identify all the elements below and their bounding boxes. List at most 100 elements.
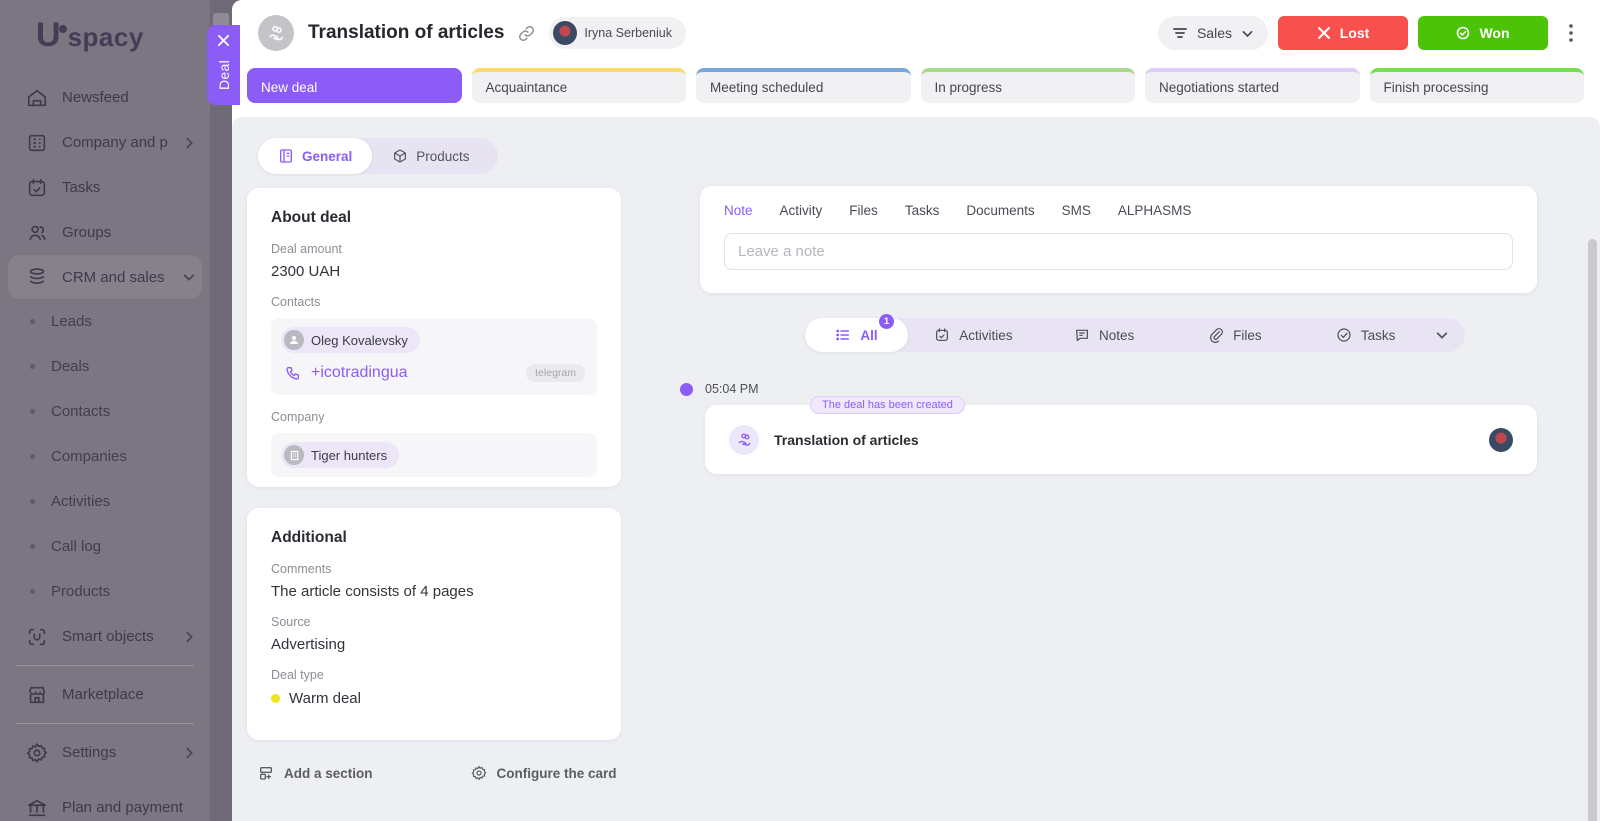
logo-text: spacy bbox=[67, 22, 144, 52]
dimmed-background bbox=[210, 0, 232, 821]
stage-new-deal[interactable]: New deal bbox=[247, 68, 462, 103]
vertical-scrollbar[interactable] bbox=[1588, 239, 1597, 821]
company-chip[interactable]: Tiger hunters bbox=[281, 442, 400, 468]
bullet-icon bbox=[30, 589, 35, 594]
sidebar-subitem-leads[interactable]: Leads bbox=[0, 299, 210, 344]
stage-in-progress[interactable]: In progress bbox=[920, 68, 1135, 103]
stage-acquaintance[interactable]: Acquaintance bbox=[471, 68, 686, 103]
filter-label: All bbox=[860, 327, 878, 343]
composer-tab-files[interactable]: Files bbox=[849, 203, 878, 218]
sidebar-item-settings[interactable]: Settings bbox=[0, 730, 210, 775]
filter-label: Files bbox=[1233, 327, 1262, 343]
stage-label: Meeting scheduled bbox=[710, 80, 824, 95]
comments-value[interactable]: The article consists of 4 pages bbox=[271, 583, 597, 600]
chevron-down-icon bbox=[183, 274, 195, 281]
tab-general[interactable]: General bbox=[258, 138, 373, 174]
composer-tab-documents[interactable]: Documents bbox=[966, 203, 1034, 218]
deal-amount-value[interactable]: 2300 UAH bbox=[271, 263, 597, 280]
field-label: Deal amount bbox=[271, 242, 342, 256]
chevron-down-icon[interactable] bbox=[1435, 328, 1449, 342]
uspacy-logo[interactable]: U spacy bbox=[0, 0, 210, 55]
deal-slideover-tab[interactable]: Deal bbox=[207, 25, 240, 105]
sidebar-subitem-companies[interactable]: Companies bbox=[0, 434, 210, 479]
note-input[interactable] bbox=[724, 233, 1513, 270]
sidebar-item-groups[interactable]: Groups bbox=[0, 210, 210, 255]
tab-label: General bbox=[302, 148, 353, 164]
composer-tabs: Note Activity Files Tasks Documents SMS … bbox=[724, 203, 1513, 218]
add-section-button[interactable]: Add a section bbox=[258, 765, 373, 781]
filter-all[interactable]: All 1 bbox=[805, 314, 908, 352]
plan-payment-icon bbox=[27, 799, 47, 816]
composer-tab-sms[interactable]: SMS bbox=[1062, 203, 1091, 218]
sidebar-subitem-deals[interactable]: Deals bbox=[0, 344, 210, 389]
list-icon bbox=[836, 329, 850, 341]
sidebar-item-company-and-people[interactable]: Company and pe... bbox=[0, 120, 210, 165]
tab-products[interactable]: Products bbox=[372, 138, 489, 174]
composer-tab-activity[interactable]: Activity bbox=[780, 203, 823, 218]
filter-count-badge: 1 bbox=[879, 314, 894, 329]
phone-link[interactable]: +icotradingua bbox=[311, 364, 408, 382]
filter-activities[interactable]: Activities bbox=[908, 318, 1039, 352]
stage-finish-processing[interactable]: Finish processing bbox=[1369, 68, 1584, 103]
phone-type-tag: telegram bbox=[526, 364, 585, 382]
feed-filter-bar: All 1 Activities Notes Files Tasks bbox=[805, 314, 1465, 352]
filter-notes[interactable]: Notes bbox=[1039, 318, 1170, 352]
filter-files[interactable]: Files bbox=[1170, 318, 1301, 352]
sidebar-item-plan-and-payment[interactable]: Plan and payment bbox=[0, 785, 210, 821]
stage-meeting-scheduled[interactable]: Meeting scheduled bbox=[696, 68, 911, 103]
card-heading: About deal bbox=[271, 209, 352, 226]
link-icon[interactable] bbox=[518, 25, 535, 42]
divider bbox=[16, 723, 194, 724]
bullet-icon bbox=[30, 409, 35, 414]
subitem-label: Companies bbox=[51, 448, 127, 465]
sidebar-item-crm-and-sales[interactable]: CRM and sales bbox=[8, 255, 202, 299]
source-value[interactable]: Advertising bbox=[271, 636, 597, 653]
sidebar-item-tasks[interactable]: Tasks bbox=[0, 165, 210, 210]
contact-chip[interactable]: Oleg Kovalevsky bbox=[281, 327, 420, 353]
lost-button[interactable]: Lost bbox=[1278, 16, 1408, 50]
sidebar-subitem-call-log[interactable]: Call log bbox=[0, 524, 210, 569]
add-section-icon bbox=[260, 767, 272, 780]
subitem-label: Deals bbox=[51, 358, 90, 375]
won-button[interactable]: Won bbox=[1418, 16, 1548, 50]
sidebar-item-label: CRM and sales bbox=[62, 268, 165, 286]
timeline-event-card[interactable]: The deal has been created Translation of… bbox=[705, 396, 1537, 474]
stage-label: In progress bbox=[934, 80, 1003, 95]
stage-label: New deal bbox=[261, 80, 318, 95]
note-icon bbox=[1076, 329, 1088, 341]
owner-name: Iryna Serbeniuk bbox=[584, 26, 672, 40]
bullet-icon bbox=[30, 364, 35, 369]
gear-icon bbox=[470, 765, 487, 781]
deal-event-icon bbox=[729, 424, 759, 455]
sidebar-item-marketplace[interactable]: Marketplace bbox=[0, 672, 210, 717]
tasks-icon bbox=[28, 178, 46, 196]
deal-type-value[interactable]: Warm deal bbox=[289, 690, 361, 707]
person-avatar-icon bbox=[284, 330, 304, 350]
funnel-select[interactable]: Sales bbox=[1157, 16, 1268, 50]
sidebar-item-label: Tasks bbox=[62, 179, 101, 196]
event-owner-avatar bbox=[1489, 427, 1513, 452]
chevron-right-icon bbox=[186, 747, 193, 758]
composer-tab-alphasms[interactable]: ALPHASMS bbox=[1118, 203, 1192, 218]
sidebar-nav: Newsfeed Company and pe... Tasks Groups … bbox=[0, 75, 210, 821]
lost-label: Lost bbox=[1339, 25, 1370, 41]
sidebar-subitem-contacts[interactable]: Contacts bbox=[0, 389, 210, 434]
sidebar-subitem-products[interactable]: Products bbox=[0, 569, 210, 614]
filter-label: Tasks bbox=[1360, 327, 1396, 343]
filter-tasks[interactable]: Tasks bbox=[1300, 318, 1431, 352]
close-icon[interactable] bbox=[217, 34, 230, 47]
company-box: Tiger hunters bbox=[271, 433, 597, 477]
check-circle-icon bbox=[1457, 26, 1470, 40]
owner-chip[interactable]: Iryna Serbeniuk bbox=[549, 17, 686, 49]
more-menu-icon[interactable] bbox=[1562, 22, 1580, 44]
sidebar-item-newsfeed[interactable]: Newsfeed bbox=[0, 75, 210, 120]
composer-tab-note[interactable]: Note bbox=[724, 203, 753, 218]
sidebar-subitem-activities[interactable]: Activities bbox=[0, 479, 210, 524]
field-label: Contacts bbox=[271, 295, 321, 309]
composer-tab-tasks[interactable]: Tasks bbox=[905, 203, 940, 218]
stage-negotiations-started[interactable]: Negotiations started bbox=[1145, 68, 1360, 103]
sidebar-item-label: Settings bbox=[62, 744, 117, 761]
configure-card-button[interactable]: Configure the card bbox=[470, 765, 617, 781]
sidebar-item-smart-objects[interactable]: Smart objects bbox=[0, 614, 210, 659]
owner-avatar bbox=[553, 21, 578, 45]
